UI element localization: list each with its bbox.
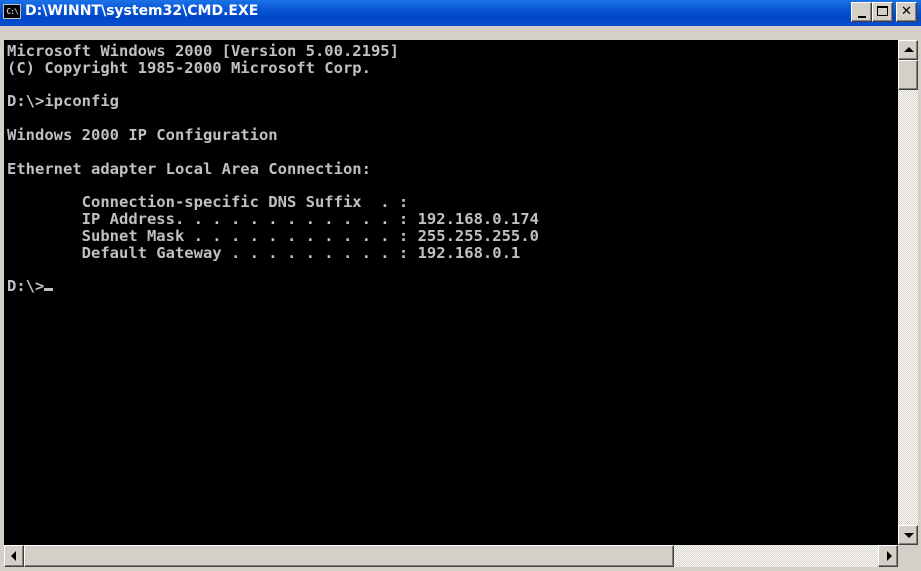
console-line: IP Address. . . . . . . . . . . . : 192.…: [7, 209, 539, 228]
minimize-icon: [858, 16, 866, 18]
console-line: Windows 2000 IP Configuration: [7, 125, 278, 144]
vertical-scroll-thumb[interactable]: [898, 60, 918, 90]
close-button[interactable]: ✕: [896, 2, 917, 22]
arrow-down-icon: [904, 533, 914, 538]
console-line: Default Gateway . . . . . . . . . : 192.…: [7, 243, 521, 262]
scrollbar-corner: [898, 545, 918, 567]
console-line: Microsoft Windows 2000 [Version 5.00.219…: [7, 42, 399, 60]
horizontal-scrollbar[interactable]: [4, 545, 898, 567]
arrow-up-icon: [904, 47, 914, 52]
console-line: D:\>ipconfig: [7, 92, 119, 111]
console-text: Microsoft Windows 2000 [Version 5.00.219…: [4, 40, 898, 295]
scroll-left-button[interactable]: [4, 545, 24, 567]
arrow-right-icon: [887, 551, 892, 561]
vertical-scrollbar[interactable]: [898, 40, 918, 545]
console-line: (C) Copyright 1985-2000 Microsoft Corp.: [7, 58, 371, 77]
title-bar[interactable]: C:\ D:\WINNT\system32\CMD.EXE ✕: [0, 0, 921, 26]
window-title: D:\WINNT\system32\CMD.EXE: [25, 3, 259, 19]
minimize-button[interactable]: [851, 2, 872, 22]
console-line: Connection-specific DNS Suffix . :: [7, 193, 409, 212]
maximize-icon: [877, 6, 888, 16]
arrow-left-icon: [11, 551, 16, 561]
console-output[interactable]: Microsoft Windows 2000 [Version 5.00.219…: [4, 40, 898, 545]
cmd-window: C:\ D:\WINNT\system32\CMD.EXE ✕ Microsof…: [0, 0, 921, 571]
close-icon: ✕: [901, 4, 912, 19]
console-prompt: D:\>: [7, 277, 45, 296]
scroll-down-button[interactable]: [898, 525, 918, 545]
text-cursor: [44, 288, 54, 292]
scroll-right-button[interactable]: [878, 545, 898, 567]
maximize-button[interactable]: [872, 2, 893, 22]
scroll-up-button[interactable]: [898, 40, 918, 60]
horizontal-scroll-thumb[interactable]: [24, 545, 674, 567]
console-line: Ethernet adapter Local Area Connection:: [7, 159, 371, 178]
console-line: Subnet Mask . . . . . . . . . . . : 255.…: [7, 226, 539, 245]
cmd-app-icon[interactable]: C:\: [3, 4, 21, 19]
